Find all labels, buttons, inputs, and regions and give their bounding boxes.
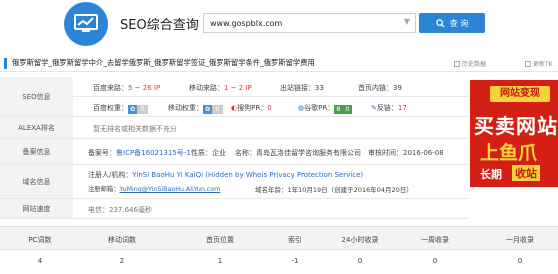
domain-age-value: 1年10月19日（创建于2016年04月20日） bbox=[287, 186, 413, 194]
domain-search-input[interactable] bbox=[204, 14, 394, 32]
icp-row: 备案号：鲁ICP备16021315号-1 性质：企业 名称：青岛瓦洛佳留学咨询服… bbox=[73, 139, 468, 165]
google-pr-key: 8 bbox=[334, 105, 343, 114]
baidu-weight: 百度权重： ✿ 0 bbox=[93, 103, 148, 114]
ad-line-1: 网站变现 bbox=[490, 86, 550, 102]
baidu-weight-badge[interactable]: ✿ 0 bbox=[128, 105, 148, 114]
domain-label: 域名信息 bbox=[0, 165, 73, 199]
mobile-weight-badge[interactable]: ✿ 0 bbox=[203, 105, 223, 114]
outlinks: 出站链接：33 bbox=[280, 84, 324, 92]
speed-label: 网站速度 bbox=[0, 199, 73, 219]
ad-banner[interactable]: 网站变现 买卖网站 上鱼爪 长期 收站 bbox=[470, 80, 558, 187]
baidu-traffic-value: 5 ~ 26 IP bbox=[128, 84, 161, 92]
baidu-traffic: 百度来路：5 ~ 26 IP bbox=[93, 84, 161, 92]
query-button-label: 查 询 bbox=[449, 18, 469, 28]
icp-review-value: 2016-06-08 bbox=[403, 149, 444, 157]
stats-value-month: 0 bbox=[517, 257, 523, 265]
seo-logo-icon bbox=[64, 2, 108, 46]
ad-line-3: 上鱼爪 bbox=[480, 142, 538, 164]
ad-line-4: 长期 bbox=[480, 168, 502, 181]
registrant-link[interactable]: YinSi BaoHu Yi KaiQi (Hidden by Whois Pr… bbox=[132, 171, 363, 179]
search-icon bbox=[435, 18, 445, 28]
history-label: 历史数据 bbox=[462, 61, 487, 68]
brand-title: SEO综合查询 bbox=[120, 18, 199, 33]
seo-info-label: SEO信息 bbox=[0, 77, 73, 117]
site-title-bar: 俄罗斯留学_俄罗斯留学中介_去留学俄罗斯_俄罗斯留学签证_俄罗斯留学条件_俄罗斯… bbox=[0, 56, 558, 72]
update-label: 更新TK bbox=[533, 61, 553, 68]
seo-row-2: 百度权重： ✿ 0 移动权重： ✿ 0 ◐搜狗PR：0 ◍谷歌PR： 8 0 ✎反链：17 bbox=[73, 97, 468, 117]
mobile-weight: 移动权重： ✿ 0 bbox=[168, 103, 223, 114]
google-pr: ◍谷歌PR： 8 0 bbox=[298, 103, 353, 114]
chevron-down-icon[interactable]: ▼ bbox=[404, 17, 410, 26]
registrant-email-link[interactable]: YuMing@YinSiBaoHu.AliYun.com bbox=[119, 186, 220, 193]
checkbox-icon[interactable] bbox=[454, 61, 460, 67]
speed-value: 电信：237.646毫秒 bbox=[88, 206, 152, 214]
alexa-label: ALEXA排名 bbox=[0, 117, 73, 139]
icp-number-link[interactable]: 鲁ICP备16021315号-1 bbox=[116, 149, 191, 157]
outlinks-value[interactable]: 33 bbox=[315, 84, 324, 92]
backlink-value[interactable]: 17 bbox=[398, 104, 407, 112]
checkbox-icon[interactable] bbox=[525, 61, 531, 67]
mobile-traffic: 移动来路：1 ~ 2 IP bbox=[189, 84, 252, 92]
registrant: 注册人/机构：YinSi BaoHu Yi KaiQi (Hidden by W… bbox=[88, 171, 364, 179]
ad-line-5: 收站 bbox=[512, 165, 540, 181]
top-bar: SEO综合查询 ▼ 查 询 bbox=[0, 0, 558, 47]
stats-header-row: PC词数 移动词数 首页位置 索引 24小时收录 一周收录 一月收录 bbox=[0, 227, 558, 250]
domain-row: 注册人/机构：YinSi BaoHu Yi KaiQi (Hidden by W… bbox=[73, 165, 468, 199]
paw-icon: ✿ bbox=[128, 105, 138, 114]
icp-nature: 性质：企业 bbox=[191, 149, 226, 157]
history-data-toggle[interactable]: 历史数据 bbox=[454, 59, 486, 68]
sogou-value[interactable]: 0 bbox=[267, 104, 271, 112]
icp-name: 名称：青岛瓦洛佳留学咨询服务有限公司 bbox=[235, 149, 361, 157]
icp-name-value: 青岛瓦洛佳留学咨询服务有限公司 bbox=[256, 149, 361, 157]
paw-icon: ✿ bbox=[203, 105, 213, 114]
alexa-row: 暂无排名或相关数据不充分 bbox=[73, 117, 468, 139]
seo-row-1: 百度来路：5 ~ 26 IP 移动来路：1 ~ 2 IP 出站链接：33 首页内… bbox=[73, 77, 468, 97]
icp-label: 备案信息 bbox=[0, 139, 73, 165]
icp-nature-value: 企业 bbox=[212, 149, 226, 157]
domain-age: 域名年龄：1年10月19日（创建于2016年04月20日） bbox=[255, 186, 413, 194]
site-title: 俄罗斯留学_俄罗斯留学中介_去留学俄罗斯_俄罗斯留学签证_俄罗斯留学条件_俄罗斯… bbox=[12, 58, 315, 67]
update-tk-toggle[interactable]: 更新TK bbox=[525, 59, 553, 68]
homepage-inner-links: 首页内链：39 bbox=[358, 84, 402, 92]
google-pr-badge[interactable]: 80 bbox=[334, 105, 353, 114]
accent-bar bbox=[4, 58, 7, 69]
homepage-inner-value[interactable]: 39 bbox=[393, 84, 402, 92]
alexa-value: 暂无排名或相关数据不充分 bbox=[93, 125, 177, 133]
query-button[interactable]: 查 询 bbox=[419, 13, 485, 33]
stats-header-month: 一月收录 bbox=[506, 236, 534, 244]
icp-review-date: 审核时间：2016-06-08 bbox=[368, 149, 444, 157]
stats-value-mobile[interactable]: 2 bbox=[72, 257, 172, 265]
stats-header-mobile: 移动词数 bbox=[108, 236, 136, 244]
sogou-pr: ◐搜狗PR：0 bbox=[231, 104, 272, 112]
ad-line-2: 买卖网站 bbox=[474, 114, 558, 138]
icp-number: 备案号：鲁ICP备16021315号-1 bbox=[88, 149, 191, 157]
backlinks: ✎反链：17 bbox=[371, 104, 407, 112]
registrant-email: 注册邮箱：YuMing@YinSiBaoHu.AliYun.com bbox=[88, 186, 221, 193]
domain-search-box[interactable]: ▼ bbox=[203, 13, 416, 33]
speed-row: 电信：237.646毫秒 bbox=[73, 199, 468, 219]
keyword-stats-table: PC词数 移动词数 首页位置 索引 24小时收录 一周收录 一月收录 4 2 1… bbox=[0, 226, 558, 274]
mobile-traffic-value: 1 ~ 2 IP bbox=[224, 84, 252, 92]
